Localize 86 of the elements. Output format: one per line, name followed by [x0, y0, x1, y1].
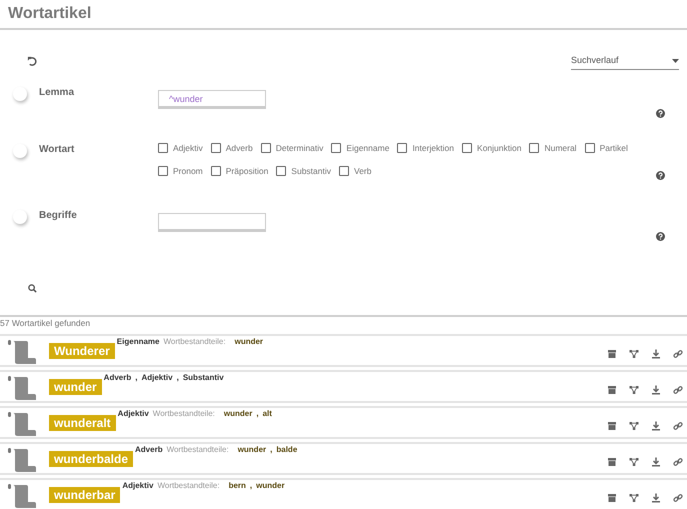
checkbox[interactable]: [276, 166, 286, 176]
checkbox-label[interactable]: Konjunktion: [477, 142, 522, 155]
link-icon[interactable]: [673, 385, 683, 395]
checkbox-label[interactable]: Pronom: [173, 164, 203, 178]
word-part[interactable]: wunder: [224, 409, 252, 419]
checkbox[interactable]: [210, 166, 221, 176]
word-part[interactable]: ,: [256, 409, 259, 419]
word-part[interactable]: ,: [250, 481, 252, 491]
checkbox[interactable]: [158, 166, 168, 176]
checkbox-label[interactable]: Adverb: [226, 142, 253, 155]
checkbox[interactable]: [339, 166, 349, 176]
word-part[interactable]: ,: [270, 445, 272, 455]
part-of-speech: Adverb: [104, 373, 132, 383]
download-icon[interactable]: [651, 349, 661, 359]
network-icon[interactable]: [629, 421, 639, 431]
part-of-speech: Adjektiv: [118, 409, 149, 419]
checkbox[interactable]: [397, 143, 408, 154]
word-part[interactable]: bern: [228, 481, 246, 491]
checkbox-label[interactable]: Adjektiv: [173, 142, 203, 155]
part-of-speech: Substantiv: [182, 373, 224, 383]
part-of-speech: Adjektiv: [141, 373, 173, 383]
archive-icon[interactable]: [607, 421, 617, 431]
checkbox[interactable]: [529, 143, 540, 154]
help-icon[interactable]: [656, 170, 665, 180]
checkbox[interactable]: [260, 143, 271, 154]
undo-icon[interactable]: [27, 56, 38, 66]
part-of-speech: Adverb: [135, 445, 163, 455]
part-of-speech: Eigenname: [116, 337, 160, 347]
result-count: 57 Wortartikel gefunden: [0, 317, 92, 330]
history-dropdown[interactable]: Suchverlauf: [571, 52, 679, 70]
word-part[interactable]: alt: [262, 409, 272, 419]
download-icon[interactable]: [651, 385, 661, 395]
word-part[interactable]: wunder: [238, 445, 266, 455]
network-icon[interactable]: [629, 493, 639, 503]
checkbox[interactable]: [462, 143, 472, 154]
download-icon[interactable]: [651, 457, 661, 467]
part-of-speech: Adjektiv: [122, 481, 154, 491]
caret-icon: [672, 58, 679, 62]
network-icon[interactable]: [629, 385, 639, 395]
text-input-field[interactable]: [158, 213, 266, 230]
link-icon[interactable]: [673, 457, 683, 467]
download-icon[interactable]: [651, 493, 661, 503]
checkbox-label[interactable]: Partikel: [600, 142, 628, 155]
part-of-speech: ,: [176, 373, 179, 383]
network-icon[interactable]: [629, 457, 639, 467]
document-icon: [6, 446, 36, 474]
search-icon[interactable]: [28, 284, 37, 293]
link-icon[interactable]: [673, 493, 683, 503]
archive-icon[interactable]: [607, 349, 617, 359]
word-part[interactable]: wunder: [256, 481, 285, 491]
part-of-speech: ,: [135, 373, 138, 383]
checkbox-label[interactable]: Eigenname: [346, 142, 390, 155]
checkbox-label[interactable]: Substantiv: [291, 164, 331, 178]
checkbox[interactable]: [210, 143, 221, 154]
help-icon[interactable]: [656, 232, 665, 241]
parts-label: Wortbestandteile:: [166, 445, 229, 455]
checkbox-label[interactable]: Determinativ: [276, 142, 324, 155]
page-title: Wortartikel: [8, 4, 92, 24]
archive-icon[interactable]: [607, 457, 617, 467]
word-part[interactable]: balde: [276, 445, 298, 455]
word-part[interactable]: wunder: [234, 337, 264, 347]
checkbox[interactable]: [584, 143, 595, 154]
checkbox[interactable]: [158, 143, 168, 154]
checkbox[interactable]: [331, 143, 342, 154]
checkbox-label[interactable]: Interjektion: [412, 142, 454, 155]
document-icon: [6, 482, 36, 509]
download-icon[interactable]: [651, 421, 661, 431]
parts-label: Wortbestandteile:: [163, 337, 226, 347]
text-input-field[interactable]: ^wunder: [158, 90, 266, 107]
checkbox-label[interactable]: Verb: [354, 164, 372, 178]
filter-label: Wortart: [39, 143, 76, 157]
checkbox-label[interactable]: Präposition: [226, 164, 268, 178]
document-icon: [6, 338, 36, 366]
parts-label: Wortbestandteile:: [152, 409, 215, 419]
document-icon: [6, 410, 36, 438]
filter-label: Begriffe: [39, 209, 78, 223]
filter-label: Lemma: [39, 86, 76, 100]
parts-label: Wortbestandteile:: [157, 481, 220, 491]
link-icon[interactable]: [673, 421, 683, 431]
network-icon[interactable]: [629, 349, 639, 359]
archive-icon[interactable]: [607, 493, 617, 503]
archive-icon[interactable]: [607, 385, 617, 395]
checkbox-label[interactable]: Numeral: [544, 142, 577, 155]
document-icon: [6, 374, 36, 402]
help-icon[interactable]: [656, 109, 665, 118]
link-icon[interactable]: [673, 349, 683, 359]
